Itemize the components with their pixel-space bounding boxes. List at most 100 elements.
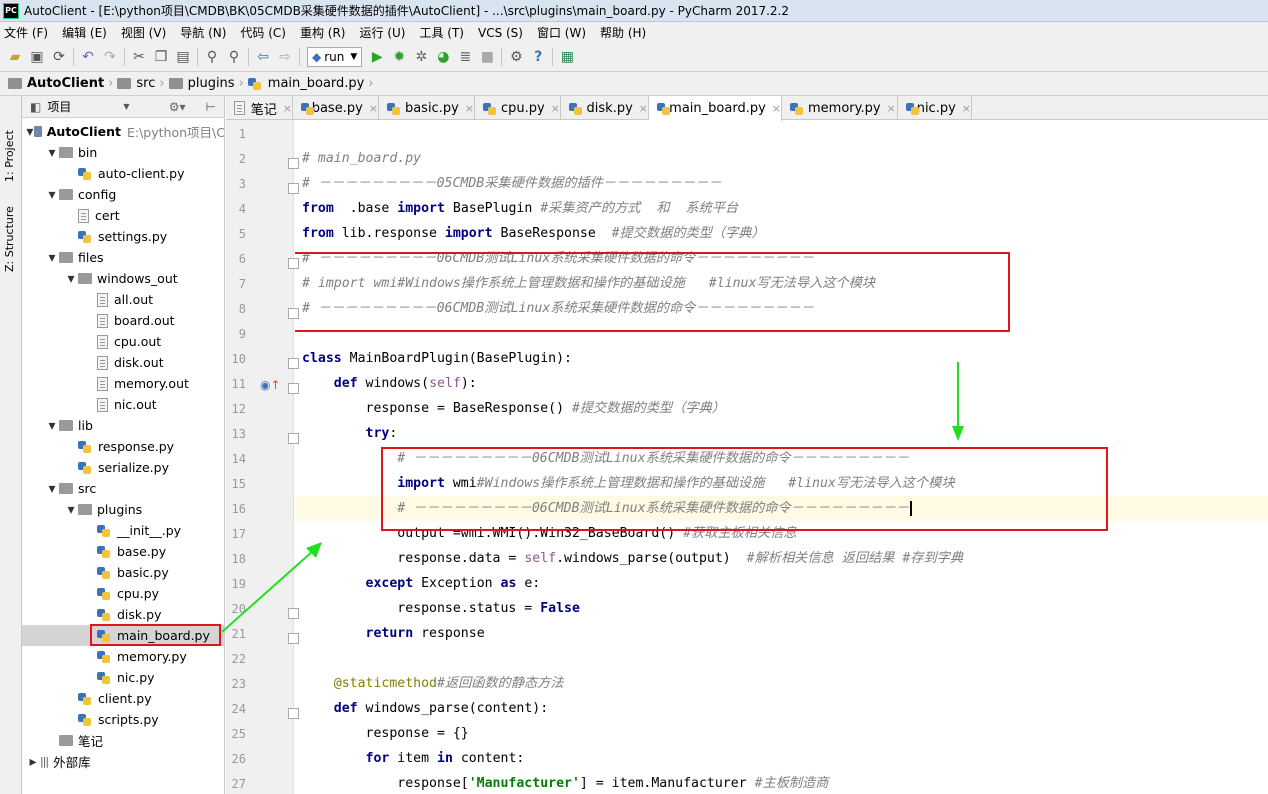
help-icon[interactable]: ? bbox=[527, 46, 549, 68]
profile-icon[interactable]: ◕ bbox=[432, 46, 454, 68]
run-icon[interactable]: ▶ bbox=[366, 46, 388, 68]
chevron-down-icon[interactable]: ▾ bbox=[64, 502, 78, 518]
tree-item[interactable]: cert bbox=[22, 205, 224, 226]
tab-basic-py[interactable]: basic.py × bbox=[379, 96, 475, 120]
close-icon[interactable]: × bbox=[369, 102, 378, 115]
tree-item[interactable]: cpu.py bbox=[22, 583, 224, 604]
tree-item[interactable]: ▾ plugins bbox=[22, 499, 224, 520]
chevron-down-icon[interactable]: ▾ bbox=[45, 418, 59, 434]
tree-item[interactable]: nic.out bbox=[22, 394, 224, 415]
menu-tools[interactable]: 工具 (T) bbox=[419, 24, 464, 41]
gear-icon[interactable]: ⚙▾ bbox=[169, 100, 186, 114]
tree-item[interactable]: disk.py bbox=[22, 604, 224, 625]
run-config-select[interactable]: ◆ run ▼ bbox=[307, 47, 363, 67]
chevron-down-icon[interactable]: ▾ bbox=[45, 250, 59, 266]
open-folder-icon[interactable]: ▰ bbox=[4, 46, 26, 68]
tree-item[interactable]: cpu.out bbox=[22, 331, 224, 352]
chevron-down-icon[interactable]: ▾ bbox=[45, 145, 59, 161]
menu-help[interactable]: 帮助 (H) bbox=[600, 24, 646, 41]
tree-item[interactable]: client.py bbox=[22, 688, 224, 709]
tree-item[interactable]: nic.py bbox=[22, 667, 224, 688]
coverage-icon[interactable]: ✲ bbox=[410, 46, 432, 68]
redo-icon[interactable]: ↷ bbox=[99, 46, 121, 68]
menu-window[interactable]: 窗口 (W) bbox=[537, 24, 586, 41]
replace-icon[interactable]: ⚲ bbox=[223, 46, 245, 68]
chevron-down-icon[interactable]: ▾ bbox=[64, 271, 78, 287]
tab--[interactable]: 笔记 × bbox=[226, 96, 293, 120]
tree-item[interactable]: response.py bbox=[22, 436, 224, 457]
tree-item[interactable]: basic.py bbox=[22, 562, 224, 583]
tree-item[interactable]: ▾ bin bbox=[22, 142, 224, 163]
forward-icon[interactable]: ⇨ bbox=[274, 46, 296, 68]
menu-vcs[interactable]: VCS (S) bbox=[478, 26, 523, 40]
tree-item[interactable]: ▸ ||| 外部库 bbox=[22, 751, 224, 772]
debug-icon[interactable]: ✹ bbox=[388, 46, 410, 68]
tree-item[interactable]: scripts.py bbox=[22, 709, 224, 730]
close-icon[interactable]: × bbox=[639, 102, 648, 115]
close-icon[interactable]: × bbox=[465, 102, 474, 115]
tree-item[interactable]: memory.py bbox=[22, 646, 224, 667]
tree-item[interactable]: settings.py bbox=[22, 226, 224, 247]
settings-icon[interactable]: ⚙ bbox=[505, 46, 527, 68]
tree-item[interactable]: ▾ src bbox=[22, 478, 224, 499]
tab-disk-py[interactable]: disk.py × bbox=[561, 96, 649, 120]
chevron-down-icon[interactable]: ▼ bbox=[123, 102, 129, 111]
tree-item[interactable]: __init__.py bbox=[22, 520, 224, 541]
chevron-down-icon[interactable]: ▾ bbox=[45, 187, 59, 203]
close-icon[interactable]: × bbox=[772, 102, 781, 115]
menu-code[interactable]: 代码 (C) bbox=[240, 24, 286, 41]
vcs-icon[interactable]: ▦ bbox=[556, 46, 578, 68]
tree-item[interactable]: auto-client.py bbox=[22, 163, 224, 184]
find-icon[interactable]: ⚲ bbox=[201, 46, 223, 68]
tree-item[interactable]: board.out bbox=[22, 310, 224, 331]
close-icon[interactable]: × bbox=[283, 102, 292, 115]
menu-refactor[interactable]: 重构 (R) bbox=[300, 24, 346, 41]
save-icon[interactable]: ▣ bbox=[26, 46, 48, 68]
breadcrumb-item-project[interactable]: AutoClient › bbox=[8, 76, 113, 91]
close-icon[interactable]: × bbox=[962, 102, 971, 115]
tree-item[interactable]: ▾ files bbox=[22, 247, 224, 268]
breadcrumb-item-file[interactable]: main_board.py › bbox=[247, 76, 374, 91]
copy-icon[interactable]: ❐ bbox=[150, 46, 172, 68]
back-icon[interactable]: ⇦ bbox=[252, 46, 274, 68]
tree-item[interactable]: ▾ lib bbox=[22, 415, 224, 436]
breadcrumb-item-src[interactable]: src › bbox=[117, 76, 165, 91]
concurrency-icon[interactable]: ≣ bbox=[454, 46, 476, 68]
close-icon[interactable]: × bbox=[887, 102, 896, 115]
tree-item[interactable]: 笔记 bbox=[22, 730, 224, 751]
chevron-down-icon[interactable]: ▾ bbox=[45, 481, 59, 497]
tab-base-py[interactable]: base.py × bbox=[293, 96, 379, 120]
tree-item[interactable]: all.out bbox=[22, 289, 224, 310]
menu-file[interactable]: 文件 (F) bbox=[4, 24, 48, 41]
tree-item[interactable]: base.py bbox=[22, 541, 224, 562]
tab-cpu-py[interactable]: cpu.py × bbox=[475, 96, 561, 120]
collapse-icon[interactable]: ⊢ bbox=[206, 100, 216, 114]
close-icon[interactable]: × bbox=[551, 102, 560, 115]
menu-edit[interactable]: 编辑 (E) bbox=[62, 24, 107, 41]
project-tool-tab[interactable]: 1: Project bbox=[3, 102, 16, 182]
project-panel-title[interactable]: 项目 bbox=[47, 98, 71, 115]
chevron-right-icon[interactable]: ▸ bbox=[26, 754, 40, 770]
tab-memory-py[interactable]: memory.py × bbox=[782, 96, 898, 120]
chevron-down-icon[interactable]: ▾ bbox=[26, 124, 34, 140]
tree-item[interactable]: ▾ AutoClient E:\python项目\C bbox=[22, 121, 224, 142]
tree-item[interactable]: ▾ config bbox=[22, 184, 224, 205]
tab-main_board-py[interactable]: main_board.py × bbox=[649, 96, 782, 121]
stop-icon[interactable]: ■ bbox=[476, 46, 498, 68]
paste-icon[interactable]: ▤ bbox=[172, 46, 194, 68]
tree-item[interactable]: ▾ windows_out bbox=[22, 268, 224, 289]
breadcrumb-item-plugins[interactable]: plugins › bbox=[168, 76, 244, 91]
override-marker-icon[interactable]: ◉↑ bbox=[260, 378, 281, 392]
tree-item[interactable]: memory.out bbox=[22, 373, 224, 394]
menu-run[interactable]: 运行 (U) bbox=[360, 24, 406, 41]
cut-icon[interactable]: ✂ bbox=[128, 46, 150, 68]
tree-item[interactable]: main_board.py bbox=[22, 624, 224, 646]
tree-item[interactable]: disk.out bbox=[22, 352, 224, 373]
sync-icon[interactable]: ⟳ bbox=[48, 46, 70, 68]
undo-icon[interactable]: ↶ bbox=[77, 46, 99, 68]
structure-tool-tab[interactable]: Z: Structure bbox=[3, 188, 16, 272]
tree-item[interactable]: serialize.py bbox=[22, 457, 224, 478]
tab-nic-py[interactable]: nic.py × bbox=[898, 96, 972, 120]
menu-navigate[interactable]: 导航 (N) bbox=[180, 24, 226, 41]
menu-view[interactable]: 视图 (V) bbox=[121, 24, 166, 41]
